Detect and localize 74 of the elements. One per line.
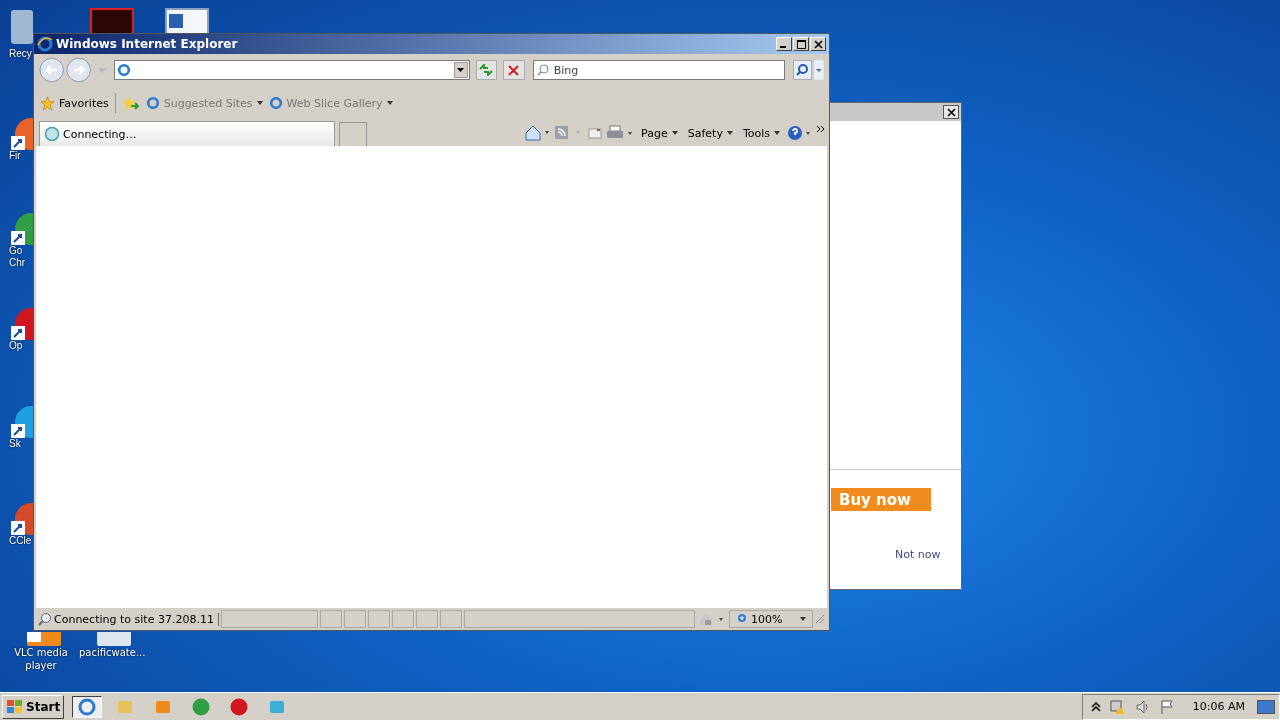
favorites-item[interactable]: Favorites xyxy=(40,95,109,111)
star-icon xyxy=(40,95,55,111)
show-desktop-button[interactable] xyxy=(1257,699,1275,714)
search-field[interactable]: Bing xyxy=(532,60,785,80)
page-icon xyxy=(145,96,160,110)
print-icon[interactable] xyxy=(606,125,635,141)
zoom-icon xyxy=(736,613,748,625)
address-field[interactable] xyxy=(113,60,470,80)
loading-icon xyxy=(44,126,60,142)
clock[interactable]: 10:06 AM xyxy=(1192,700,1245,713)
maximize-button[interactable] xyxy=(793,37,809,51)
command-menu[interactable]: Page xyxy=(638,126,681,140)
search-icon xyxy=(796,64,809,76)
icon-label: Go Chr xyxy=(9,245,27,269)
chevron-icon[interactable] xyxy=(817,125,825,133)
search-icon xyxy=(38,612,52,626)
maximize-icon xyxy=(796,39,806,49)
icon-label: Fir xyxy=(9,150,22,162)
icon-label: Sk xyxy=(9,438,22,450)
close-button[interactable] xyxy=(943,105,959,119)
start-button[interactable]: Start xyxy=(2,694,65,719)
browser-tab[interactable]: Connecting… xyxy=(39,121,335,146)
icon-label: Recy xyxy=(9,48,33,60)
add-favorite-icon[interactable] xyxy=(121,95,140,111)
search-icon xyxy=(536,64,549,76)
status-pane xyxy=(415,610,438,628)
page-icon xyxy=(268,96,283,110)
refresh-icon xyxy=(479,64,494,76)
document-icon[interactable] xyxy=(165,8,209,34)
icon-label: Op xyxy=(9,340,24,352)
page-icon xyxy=(116,63,131,77)
browser-logo-icon xyxy=(37,36,53,52)
forward-button[interactable] xyxy=(66,57,92,83)
caret-icon xyxy=(774,131,780,135)
show-hidden-icons-icon[interactable] xyxy=(1090,700,1101,713)
home-icon[interactable] xyxy=(524,125,551,141)
minimize-button[interactable] xyxy=(776,37,792,51)
caret-icon xyxy=(671,131,678,135)
command-menu[interactable]: Tools xyxy=(739,126,783,140)
help-icon[interactable] xyxy=(787,125,813,141)
command-menu[interactable]: Safety xyxy=(684,126,736,140)
status-text: Connecting to site 37.208.11 xyxy=(54,612,219,626)
window-title: Windows Internet Explorer xyxy=(56,37,238,51)
refresh-button[interactable] xyxy=(475,60,498,80)
back-button[interactable] xyxy=(39,57,65,83)
close-icon xyxy=(813,39,823,49)
search-options-icon[interactable] xyxy=(814,60,824,80)
app-icon xyxy=(192,697,211,716)
taskbar-app-button[interactable] xyxy=(72,695,103,718)
icon-label: CCle xyxy=(9,535,33,547)
flag-icon[interactable] xyxy=(1158,698,1175,715)
app-icon xyxy=(78,697,97,716)
caret-icon xyxy=(726,131,733,135)
caret-icon xyxy=(386,101,393,105)
stop-icon xyxy=(508,64,520,76)
caret-icon xyxy=(457,68,465,72)
status-pane xyxy=(391,610,414,628)
tab-title: Connecting… xyxy=(63,127,137,141)
status-pane xyxy=(367,610,390,628)
search-button[interactable] xyxy=(792,60,813,80)
close-icon xyxy=(946,107,956,117)
resize-grip-icon[interactable] xyxy=(815,614,825,624)
caret-icon xyxy=(800,617,806,621)
start-logo-icon xyxy=(6,698,24,715)
app-icon xyxy=(230,697,249,716)
stop-button[interactable] xyxy=(503,60,525,80)
status-pane xyxy=(343,610,366,628)
not-now-link[interactable]: Not now xyxy=(895,548,941,561)
speaker-icon[interactable] xyxy=(1134,698,1151,715)
zoom-button[interactable]: 100% xyxy=(729,610,813,628)
icon-label: VLC media player xyxy=(13,646,69,672)
icon-label: pacificwate... xyxy=(79,646,143,659)
mail-icon[interactable] xyxy=(588,127,603,139)
caret-icon xyxy=(256,101,263,105)
